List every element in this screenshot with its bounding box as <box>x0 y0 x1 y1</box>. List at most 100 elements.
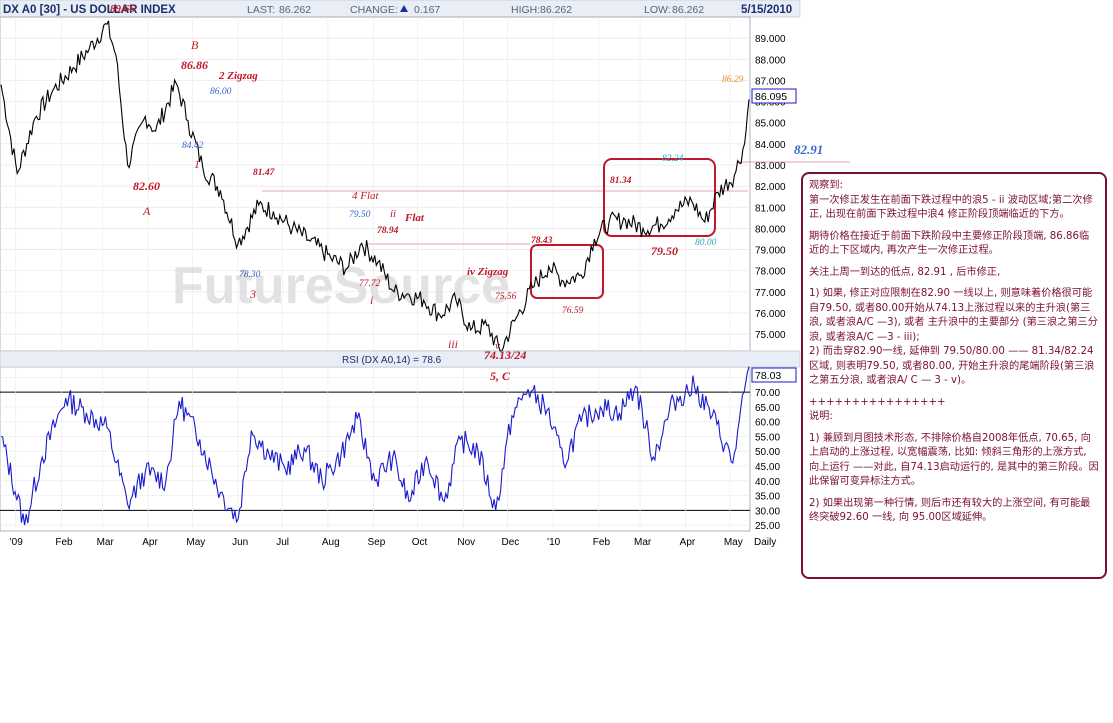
label-8134: 81.34 <box>610 176 632 186</box>
label-ii-flat: Flat <box>404 212 425 224</box>
x-tick-label: Daily <box>754 537 776 548</box>
rsi-label: RSI (DX A0,14) = 78.6 <box>342 355 442 366</box>
label-8442: 84.42 <box>182 141 204 151</box>
symbol-title: DX A0 [30] - US DOLLAR INDEX <box>3 4 176 16</box>
label-7950b: 79.50 <box>651 244 678 258</box>
price-tick-label: 78.000 <box>755 267 786 278</box>
x-tick-label: May <box>724 537 743 548</box>
x-tick-label: Dec <box>502 537 520 548</box>
x-tick-label: Apr <box>680 537 696 548</box>
note-observation: 观察到: 第一次修正发生在前面下跌过程中的浪5 - ii 波动区域;第二次修正,… <box>809 180 1093 220</box>
low-label: LOW: <box>644 4 671 16</box>
note-scenarios: 1) 如果, 修正对应限制在82.90 一线以上, 则意味着价格很可能自79.5… <box>809 288 1098 386</box>
label-7830: 78.30 <box>239 270 261 280</box>
price-tick-label: 84.000 <box>755 140 786 151</box>
x-tick-label: '09 <box>10 537 23 548</box>
label-8224: 82.24 <box>662 154 684 164</box>
price-tick-label: 87.000 <box>755 76 786 87</box>
rsi-gridlines: 25.00 30.00 35.00 40.00 45.00 50.00 55.00 60.00… <box>0 350 801 532</box>
label-8686: 86.86 <box>181 58 208 72</box>
label-ii: ii <box>390 208 396 220</box>
label-8000: 80.00 <box>695 238 717 248</box>
price-last-value: 86.095 <box>755 91 787 103</box>
label-7894: 78.94 <box>377 226 399 236</box>
x-tick-label: Aug <box>322 537 340 548</box>
x-tick-label: Feb <box>593 537 611 548</box>
label-flat4: 4 Flat <box>352 190 380 202</box>
header-date: 5/15/2010 <box>741 4 792 16</box>
label-8147: 81.47 <box>253 168 276 178</box>
label-8629: 86.29 <box>722 75 744 85</box>
rsi-tick-label: 40.00 <box>755 477 780 488</box>
x-tick-label: Feb <box>55 537 73 548</box>
rsi-tick-label: 55.00 <box>755 432 780 443</box>
label-8260: 82.60 <box>133 179 160 193</box>
last-value: 86.262 <box>279 4 311 16</box>
price-tick-label: 81.000 <box>755 203 786 214</box>
label-a: A <box>142 204 151 218</box>
note-explanation-2: 2) 如果出现第一种行情, 则后市还有较大的上涨空间, 有可能最终突破92.60… <box>809 497 1091 524</box>
rsi-tick-label: 70.00 <box>755 388 780 399</box>
note-explanation-header: ++++++++++++++++ 说明: <box>809 396 946 423</box>
rsi-tick-label: 30.00 <box>755 506 780 517</box>
rsi-series-line <box>0 366 750 526</box>
change-label: CHANGE: <box>350 4 398 16</box>
x-tick-label: Mar <box>97 537 115 548</box>
label-7843: 78.43 <box>531 236 553 246</box>
label-w3: 3 <box>249 287 256 301</box>
rsi-tick-label: 50.00 <box>755 447 780 458</box>
label-7950a: 79.50 <box>349 210 371 220</box>
x-tick-label: Oct <box>412 537 428 548</box>
high-label: HIGH: <box>511 4 540 16</box>
highlight-box-1 <box>530 244 604 299</box>
note-expectation: 期待价格在接近于前面下跌阶段中主要修正阶段顶端, 86.86临近的上下区域内, … <box>809 230 1090 257</box>
analysis-notes-box: 观察到: 第一次修正发生在前面下跌过程中的浪5 - ii 波动区域;第二次修正,… <box>801 172 1107 579</box>
label-b: B <box>191 38 199 52</box>
x-tick-label: Sep <box>368 537 386 548</box>
x-tick-label: '10 <box>547 537 560 548</box>
x-tick-label: Jul <box>276 537 289 548</box>
label-wi: i <box>370 293 373 307</box>
rsi-tick-label: 65.00 <box>755 403 780 414</box>
note-explanation-1: 1) 兼顾到月图技术形态, 不排除价格自2008年低点, 70.65, 向上启动… <box>809 432 1099 488</box>
price-tick-label: 75.000 <box>755 330 786 341</box>
label-iv-zigzag: iv Zigzag <box>467 266 509 278</box>
label-7659: 76.59 <box>562 306 584 316</box>
price-tick-label: 80.000 <box>755 224 786 235</box>
rsi-last-value: 78.03 <box>755 370 781 382</box>
high-value: 86.262 <box>540 4 572 16</box>
price-tick-label: 76.000 <box>755 309 786 320</box>
label-7556: 75.56 <box>495 292 517 302</box>
change-value: 0.167 <box>414 4 440 16</box>
rsi-tick-label: 45.00 <box>755 462 780 473</box>
note-watch-low: 关注上周一到达的低点, 82.91 , 后市修正, <box>809 266 1001 278</box>
last-label: LAST: <box>247 4 275 16</box>
watermark: FutureSource <box>172 257 510 315</box>
label-8291: 82.91 <box>794 142 823 157</box>
rsi-tick-label: 60.00 <box>755 418 780 429</box>
x-tick-label: Jun <box>232 537 248 548</box>
label-8600: 86.00 <box>210 87 232 97</box>
label-7413: 74.13/24 <box>484 348 526 362</box>
x-tick-label: Apr <box>142 537 158 548</box>
price-tick-label: 79.000 <box>755 246 786 257</box>
price-tick-label: 89.000 <box>755 34 786 45</box>
label-wiii: iii <box>448 337 458 351</box>
price-tick-label: 82.000 <box>755 182 786 193</box>
x-tick-label: Nov <box>457 537 475 548</box>
price-tick-label: 83.000 <box>755 161 786 172</box>
price-tick-label: 88.000 <box>755 55 786 66</box>
x-tick-label: Mar <box>634 537 652 548</box>
low-value: 86.262 <box>672 4 704 16</box>
label-w1: 1 <box>194 157 200 171</box>
rsi-tick-label: 25.00 <box>755 521 780 532</box>
top-price-annotation: 89.66 <box>110 3 135 15</box>
highlight-box-2 <box>603 158 716 237</box>
x-tick-label: May <box>186 537 205 548</box>
label-7772: 77.72 <box>359 279 381 289</box>
price-tick-label: 77.000 <box>755 288 786 299</box>
price-tick-label: 85.000 <box>755 119 786 130</box>
rsi-tick-label: 35.00 <box>755 492 780 503</box>
label-zigzag2: 2 Zigzag <box>218 70 258 82</box>
label-5c: 5, C <box>490 369 511 383</box>
